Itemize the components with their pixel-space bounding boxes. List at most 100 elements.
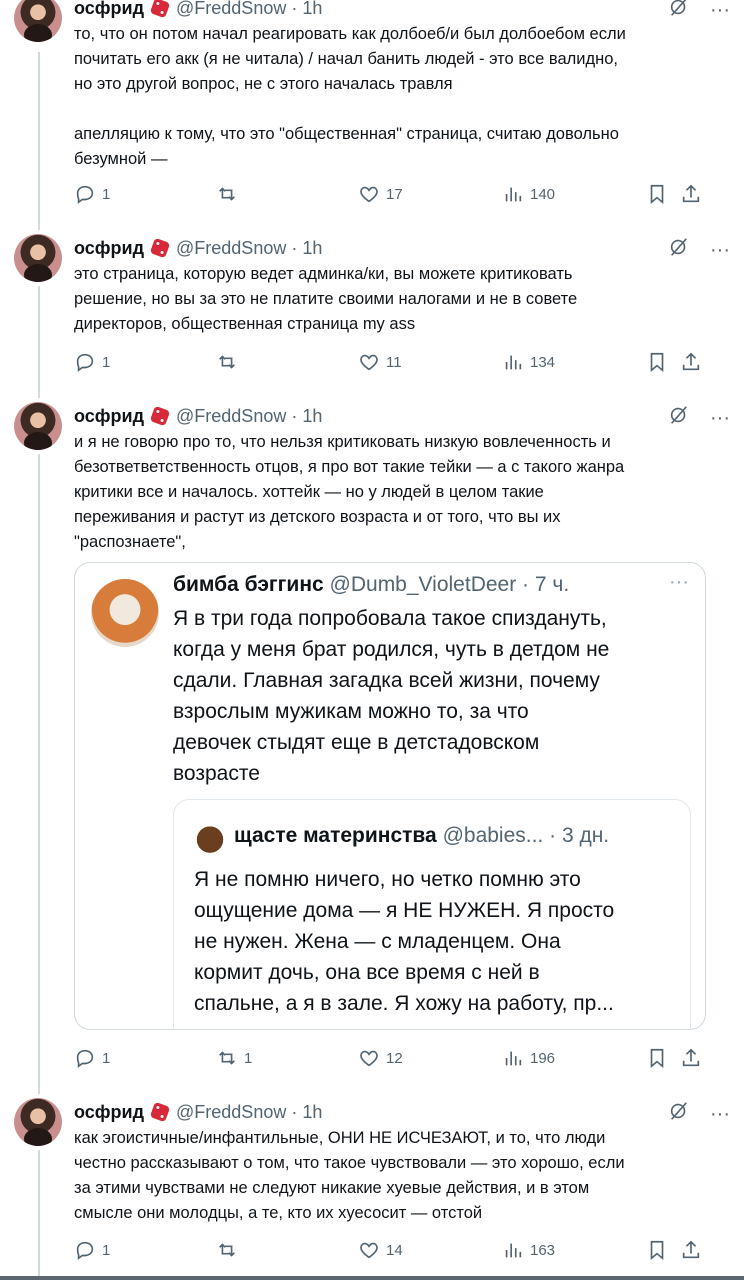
more-icon[interactable]: ··· [710, 0, 730, 22]
repost-count: 1 [244, 1049, 253, 1067]
quoted-more-icon[interactable]: ··· [669, 571, 689, 594]
like-count: 17 [386, 185, 403, 203]
more-icon[interactable]: ··· [710, 407, 730, 430]
dice-icon [149, 405, 171, 427]
bookmark-icon [650, 184, 664, 205]
avatar[interactable] [14, 234, 62, 282]
author-name[interactable]: осфрид [74, 238, 144, 259]
like-button[interactable]: 12 [358, 1044, 403, 1072]
share-icon [682, 184, 700, 203]
like-button[interactable]: 11 [358, 348, 402, 376]
share-icon [682, 1048, 700, 1067]
tweet-2[interactable]: осфрид @FreddSnow · 1h ··· это страница,… [0, 234, 744, 402]
tweet-1[interactable]: осфрид @FreddSnow · 1h ··· то, что он по… [0, 0, 744, 230]
bookmark-button[interactable] [646, 348, 668, 376]
like-button[interactable]: 17 [358, 180, 403, 208]
quoted-tweet[interactable]: бимба бэггинс @Dumb_VioletDeer · 7 ч. ··… [74, 562, 706, 1030]
nested-quoted-text: Я не помню ничего, но четко помню это ощ… [194, 868, 615, 1015]
repost-icon [219, 355, 235, 369]
nested-quoted-author-handle[interactable]: @babies... · 3 дн. [443, 824, 610, 847]
author-name[interactable]: осфрид [74, 0, 144, 19]
bookmark-icon [650, 352, 664, 373]
grok-icon[interactable] [668, 236, 690, 264]
reply-count: 1 [102, 1241, 111, 1259]
heart-icon [360, 1050, 378, 1067]
view-count: 140 [530, 185, 556, 203]
like-count: 14 [386, 1241, 403, 1259]
reply-button[interactable]: 1 [74, 180, 110, 208]
like-count: 11 [386, 353, 402, 371]
share-button[interactable] [680, 348, 702, 376]
views-button[interactable]: 134 [502, 348, 555, 376]
views-button[interactable]: 140 [502, 180, 555, 208]
author-name[interactable]: осфрид [74, 406, 144, 427]
repost-icon [219, 187, 235, 201]
repost-button[interactable] [216, 348, 244, 376]
reply-count: 1 [102, 353, 111, 371]
bookmark-button[interactable] [646, 180, 668, 208]
views-button[interactable]: 196 [502, 1044, 555, 1072]
reply-icon [76, 1241, 94, 1260]
quoted-author-handle[interactable]: @Dumb_VioletDeer · 7 ч. [330, 573, 570, 596]
bookmark-icon [650, 1240, 664, 1261]
author-handle[interactable]: @FreddSnow · 1h [176, 406, 322, 427]
nested-quoted-author-name[interactable]: щасте материнства [234, 824, 437, 847]
grok-icon[interactable] [668, 1100, 690, 1128]
reply-button[interactable]: 1 [74, 348, 110, 376]
bookmark-icon [650, 1048, 664, 1069]
tweet-4[interactable]: осфрид @FreddSnow · 1h ··· как эгоистичн… [0, 1098, 744, 1278]
repost-button[interactable] [216, 1236, 244, 1264]
views-button[interactable]: 163 [502, 1236, 555, 1264]
author-handle[interactable]: @FreddSnow · 1h [176, 0, 322, 19]
reply-icon [76, 353, 94, 372]
repost-icon [219, 1243, 235, 1257]
avatar[interactable] [14, 402, 62, 450]
views-icon [505, 1051, 522, 1066]
heart-icon [360, 1242, 378, 1259]
views-icon [505, 187, 522, 202]
bottom-edge [0, 1276, 744, 1280]
tweet-3[interactable]: осфрид @FreddSnow · 1h ··· и я не говорю… [0, 402, 744, 1098]
view-count: 196 [530, 1049, 556, 1067]
repost-icon [219, 1051, 235, 1065]
quoted-author-name[interactable]: бимба бэггинс [173, 573, 324, 596]
share-button[interactable] [680, 1236, 702, 1264]
quoted-avatar[interactable] [91, 579, 159, 647]
repost-button[interactable]: 1 [216, 1044, 252, 1072]
tweet-text: и я не говорю про то, что нельзя критико… [74, 433, 625, 551]
author-handle[interactable]: @FreddSnow · 1h [176, 238, 322, 259]
reply-count: 1 [102, 185, 111, 203]
share-icon [682, 352, 700, 371]
nested-quoted-avatar[interactable] [194, 822, 226, 854]
views-icon [505, 1243, 522, 1258]
more-icon[interactable]: ··· [710, 1103, 730, 1126]
share-button[interactable] [680, 180, 702, 208]
tweet-text: это страница, которую ведет админка/ки, … [74, 265, 578, 333]
author-handle[interactable]: @FreddSnow · 1h [176, 1102, 322, 1123]
bookmark-button[interactable] [646, 1044, 668, 1072]
dice-icon [149, 237, 171, 259]
avatar[interactable] [14, 0, 62, 42]
repost-button[interactable] [216, 180, 244, 208]
grok-icon[interactable] [668, 404, 690, 432]
quoted-text: Я в три года попробовала такое спизданут… [173, 607, 610, 785]
nested-quoted-tweet[interactable]: щасте материнства @babies... · 3 дн. Я н… [173, 799, 691, 1030]
avatar[interactable] [14, 1098, 62, 1146]
more-icon[interactable]: ··· [710, 239, 730, 262]
reply-button[interactable]: 1 [74, 1044, 110, 1072]
reply-button[interactable]: 1 [74, 1236, 110, 1264]
dice-icon [149, 0, 171, 19]
like-count: 12 [386, 1049, 403, 1067]
heart-icon [360, 354, 378, 371]
views-icon [505, 355, 522, 370]
reply-icon [76, 185, 94, 204]
view-count: 163 [530, 1241, 556, 1259]
author-name[interactable]: осфрид [74, 1102, 144, 1123]
tweet-text: как эгоистичные/инфантильные, ОНИ НЕ ИСЧ… [74, 1129, 625, 1222]
like-button[interactable]: 14 [358, 1236, 403, 1264]
view-count: 134 [530, 353, 556, 371]
bookmark-button[interactable] [646, 1236, 668, 1264]
grok-icon[interactable] [668, 0, 690, 24]
share-button[interactable] [680, 1044, 702, 1072]
reply-count: 1 [102, 1049, 111, 1067]
